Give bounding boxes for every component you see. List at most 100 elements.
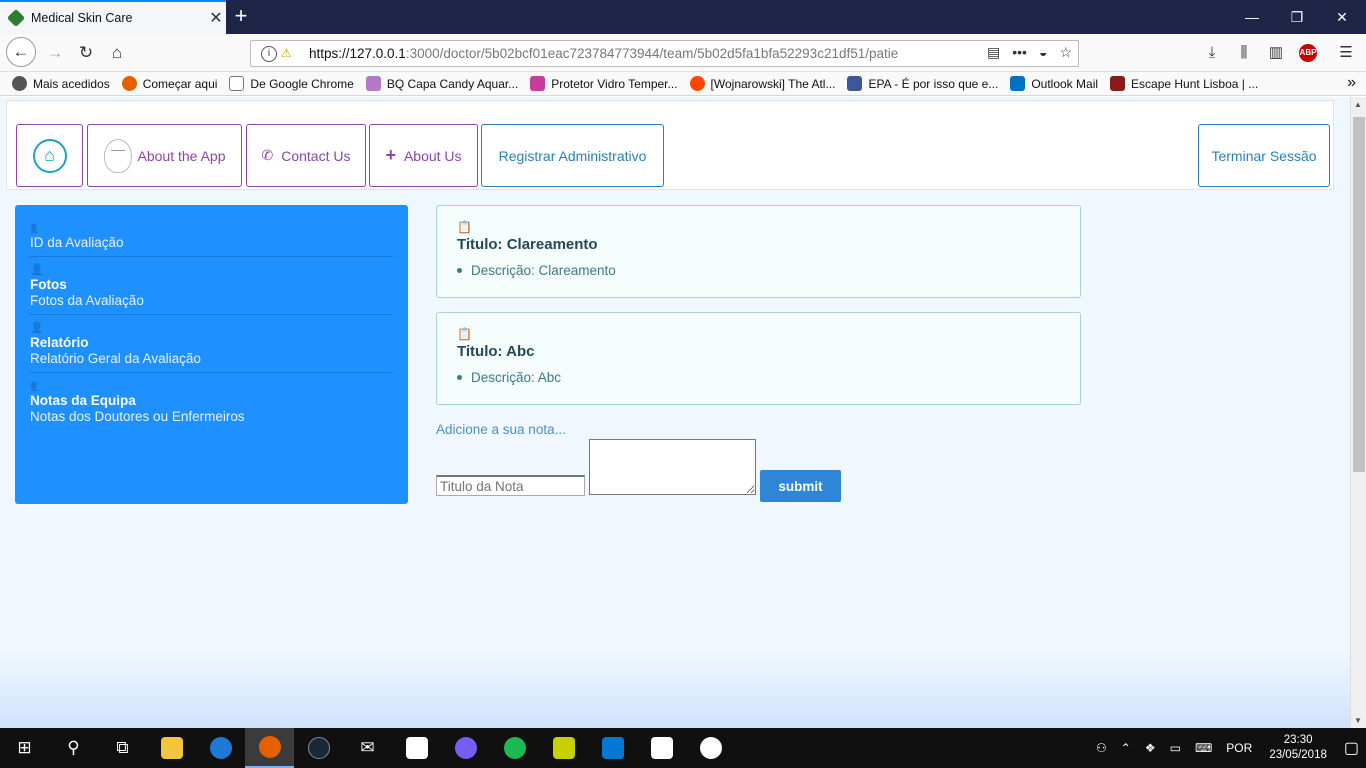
- url-bar[interactable]: i ⚠ https://127.0.0.1:3000/doctor/5b02bc…: [250, 40, 1079, 67]
- scroll-thumb[interactable]: [1353, 117, 1365, 472]
- bookmark-item[interactable]: Protetor Vidro Temper...: [530, 76, 678, 91]
- system-tray: ⚇ ⌃ ❖ ▭ ⌨ POR 23:30 23/05/2018 ▢: [1089, 728, 1366, 768]
- mongodb-icon[interactable]: [686, 728, 735, 768]
- user-icon: 👤: [30, 264, 44, 276]
- bookmark-item[interactable]: Mais acedidos: [12, 76, 110, 91]
- browser-tab[interactable]: Medical Skin Care ✕: [0, 0, 226, 34]
- browser-navbar: ← → ↻ ⌂ i ⚠ https://127.0.0.1:3000/docto…: [0, 34, 1366, 72]
- bookmark-favicon-icon: [1110, 76, 1126, 91]
- reader-view-icon[interactable]: ▤: [987, 44, 1000, 61]
- note-description: Descrição: Abc: [457, 370, 1060, 385]
- users-icon: 👥: [30, 380, 44, 392]
- dropbox-icon[interactable]: ❖: [1145, 741, 1156, 755]
- chevron-right-icon[interactable]: »: [1347, 74, 1356, 92]
- minimize-button[interactable]: —: [1240, 6, 1264, 28]
- users-icon: 👥: [30, 222, 44, 234]
- spotify-icon[interactable]: [490, 728, 539, 768]
- people-icon[interactable]: ⚇: [1096, 741, 1107, 755]
- steam-icon[interactable]: [294, 728, 343, 768]
- info-icon[interactable]: i: [261, 45, 277, 62]
- clock[interactable]: 23:30 23/05/2018: [1269, 733, 1327, 763]
- page-scrollbar[interactable]: ▲ ▼: [1350, 97, 1366, 728]
- url-text[interactable]: https://127.0.0.1:3000/doctor/5b02bcf01e…: [309, 46, 929, 61]
- vscode-icon[interactable]: [588, 728, 637, 768]
- sidebar-item-photos[interactable]: 👤 Fotos Fotos da Avaliação: [30, 263, 393, 315]
- windows-start-icon[interactable]: ⊞: [0, 728, 49, 768]
- keyboard-icon[interactable]: ⌨: [1195, 741, 1212, 755]
- windows-taskbar: ⊞ ⚲ ⧉ ✉ ⚇ ⌃ ❖ ▭ ⌨ POR 23:30 23/05/2018 ▢: [0, 728, 1366, 768]
- bookmark-item[interactable]: BQ Capa Candy Aquar...: [365, 76, 518, 91]
- pdf-icon[interactable]: [539, 728, 588, 768]
- phone-icon: ✆: [261, 147, 274, 163]
- pocket-icon[interactable]: ◒: [1039, 44, 1047, 61]
- adblock-icon[interactable]: ABP: [1299, 44, 1317, 62]
- note-card: 📋 Titulo: Abc Descrição: Abc: [436, 312, 1081, 405]
- submit-button[interactable]: submit: [760, 470, 841, 502]
- sidebar-item-id[interactable]: 👥 ID da Avaliação: [30, 221, 393, 257]
- forward-button[interactable]: →: [42, 41, 68, 65]
- task-view-icon[interactable]: ⧉: [98, 728, 147, 768]
- store-icon[interactable]: [392, 728, 441, 768]
- restore-button[interactable]: ❐: [1285, 6, 1309, 28]
- scroll-up-icon[interactable]: ▲: [1354, 100, 1362, 109]
- edge-icon[interactable]: [196, 728, 245, 768]
- reddit-icon: [689, 76, 705, 91]
- mail-icon[interactable]: ✉: [343, 728, 392, 768]
- note-body-textarea[interactable]: [589, 439, 756, 495]
- facebook-icon: [847, 76, 863, 91]
- add-note-prompt: Adicione a sua nota...: [436, 422, 566, 437]
- firefox-icon: [121, 76, 137, 91]
- warning-lock-icon[interactable]: ⚠: [281, 46, 297, 62]
- note-card: 📋 Titulo: Clareamento Descrição: Claream…: [436, 205, 1081, 298]
- home-button[interactable]: ⌂: [104, 41, 130, 65]
- outlook-icon: [1010, 76, 1026, 91]
- gear-icon: [12, 76, 27, 91]
- firefox-taskbar-icon[interactable]: [245, 728, 294, 768]
- contact-us-button[interactable]: ✆ Contact Us: [246, 124, 366, 187]
- bookmark-item[interactable]: [Wojnarowski] The Atl...: [689, 76, 835, 91]
- logout-button[interactable]: Terminar Sessão: [1198, 124, 1330, 187]
- new-tab-button[interactable]: +: [230, 4, 252, 28]
- reload-button[interactable]: ↻: [73, 41, 99, 65]
- clipboard-icon: 📋: [457, 327, 472, 341]
- tab-title: Medical Skin Care: [31, 11, 133, 25]
- bookmark-star-icon[interactable]: ☆: [1059, 44, 1072, 61]
- home-nav-button[interactable]: ⌂: [16, 124, 83, 187]
- user-icon: 👤: [30, 322, 44, 334]
- note-title: Titulo: Abc: [457, 343, 535, 360]
- page-actions-icon[interactable]: •••: [1012, 44, 1027, 61]
- bookmark-item[interactable]: EPA - É por isso que e...: [847, 76, 998, 91]
- back-button[interactable]: ←: [6, 37, 36, 67]
- bookmark-item[interactable]: Escape Hunt Lisboa | ...: [1110, 76, 1258, 91]
- mongodb-icon[interactable]: [637, 728, 686, 768]
- close-window-button[interactable]: ✕: [1330, 6, 1354, 28]
- language-indicator[interactable]: POR: [1226, 741, 1252, 755]
- sidebar: 👥 ID da Avaliação 👤 Fotos Fotos da Avali…: [15, 205, 408, 504]
- scroll-down-icon[interactable]: ▼: [1354, 716, 1362, 725]
- note-title-input[interactable]: [436, 475, 585, 496]
- about-app-button[interactable]: About the App: [87, 124, 242, 187]
- viber-icon[interactable]: [441, 728, 490, 768]
- about-us-button[interactable]: + About Us: [369, 124, 478, 187]
- library-icon[interactable]: ⫼: [1233, 42, 1255, 64]
- bookmark-favicon-icon: [365, 76, 381, 91]
- page-content: ⌂ About the App ✆ Contact Us + About Us …: [0, 97, 1350, 728]
- home-icon: ⌂: [32, 138, 67, 173]
- bookmark-item[interactable]: De Google Chrome: [229, 76, 354, 91]
- browser-titlebar: Medical Skin Care ✕ + — ❐ ✕: [0, 0, 1366, 34]
- sidebar-item-team-notes[interactable]: 👥 Notas da Equipa Notas dos Doutores ou …: [30, 379, 393, 430]
- bookmark-item[interactable]: Começar aqui: [121, 76, 217, 91]
- notifications-icon[interactable]: ▢: [1344, 738, 1359, 758]
- battery-icon[interactable]: ▭: [1170, 741, 1181, 755]
- sidebar-item-report[interactable]: 👤 Relatório Relatório Geral da Avaliação: [30, 321, 393, 373]
- bookmark-item[interactable]: Outlook Mail: [1010, 76, 1098, 91]
- downloads-icon[interactable]: ⤓: [1201, 42, 1223, 64]
- register-admin-button[interactable]: Registrar Administrativo: [481, 124, 664, 187]
- close-tab-icon[interactable]: ✕: [206, 8, 226, 28]
- menu-icon[interactable]: ☰: [1335, 42, 1357, 64]
- search-icon[interactable]: ⚲: [49, 728, 98, 768]
- chevron-up-icon[interactable]: ⌃: [1121, 741, 1131, 755]
- file-explorer-icon[interactable]: [147, 728, 196, 768]
- sidebar-toggle-icon[interactable]: ▥: [1265, 42, 1287, 64]
- folder-icon: [229, 76, 245, 91]
